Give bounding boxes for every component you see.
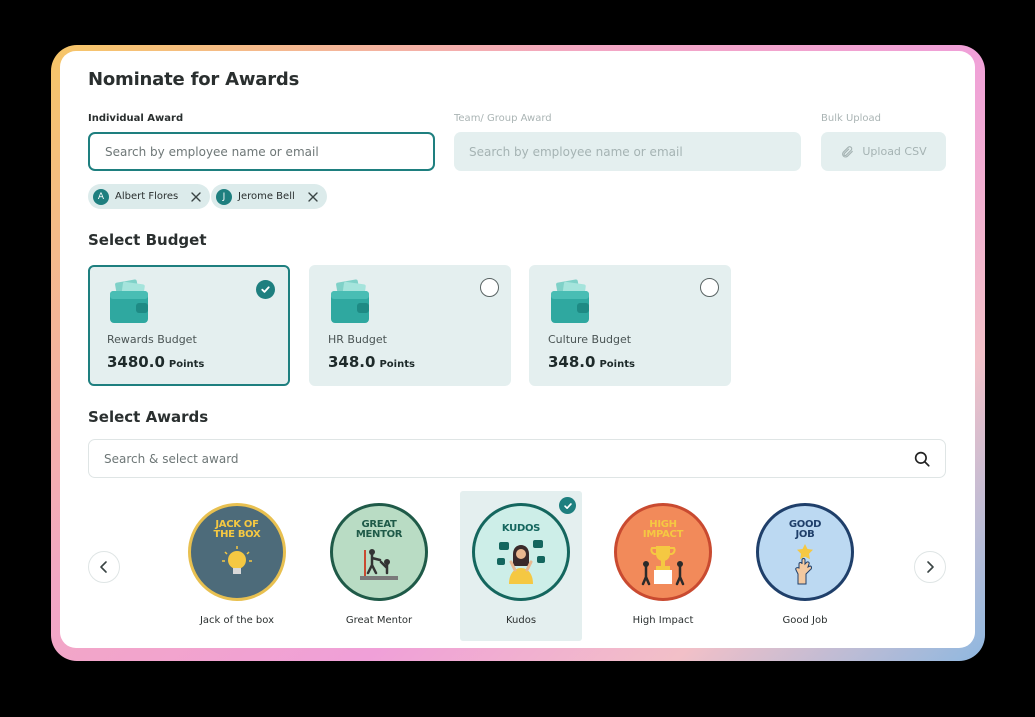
award-name: High Impact [632, 615, 694, 626]
award-kudos[interactable]: KUDOS Kudos [460, 491, 582, 641]
carousel-prev-button[interactable] [88, 551, 120, 583]
trophy-icon [641, 546, 685, 586]
bulk-upload-label: Bulk Upload [821, 113, 881, 124]
nominee-chip: J Jerome Bell [211, 184, 327, 209]
award-search-input[interactable]: Search & select award [88, 439, 946, 478]
select-awards-heading: Select Awards [88, 408, 209, 426]
lightbulb-icon [222, 546, 252, 574]
award-badge: KUDOS [472, 503, 570, 601]
budget-name: Rewards Budget [107, 333, 197, 346]
paperclip-icon [842, 145, 854, 157]
budget-value: 348.0 Points [548, 353, 635, 371]
award-great-mentor[interactable]: GREAT MENTOR Great Mentor [318, 491, 440, 641]
budget-radio[interactable] [700, 278, 719, 297]
award-search-placeholder: Search & select award [104, 451, 239, 466]
selected-check-icon [256, 280, 275, 299]
award-jack-of-the-box[interactable]: JACK OF THE BOX Jack of the box [176, 491, 298, 641]
budget-card-hr[interactable]: HR Budget 348.0 Points [309, 265, 511, 386]
award-badge: HIGH IMPACT [614, 503, 712, 601]
award-good-job[interactable]: GOOD JOB Good Job [744, 491, 866, 641]
remove-icon[interactable] [190, 191, 202, 203]
wallet-icon [331, 279, 369, 323]
individual-search-input[interactable]: Search by employee name or email [88, 132, 435, 171]
budget-value: 3480.0 Points [107, 353, 205, 371]
hand-star-icon [795, 544, 813, 585]
carousel-next-button[interactable] [914, 551, 946, 583]
select-budget-heading: Select Budget [88, 231, 207, 249]
budget-radio[interactable] [480, 278, 499, 297]
team-search-placeholder: Search by employee name or email [469, 144, 683, 159]
award-name: Kudos [505, 615, 537, 626]
budget-name: HR Budget [328, 333, 387, 346]
individual-award-label: Individual Award [88, 113, 184, 124]
wallet-icon [551, 279, 589, 323]
budget-value: 348.0 Points [328, 353, 415, 371]
cheering-person-icon [497, 540, 545, 584]
award-badge: GREAT MENTOR [330, 503, 428, 601]
chevron-left-icon [100, 561, 107, 573]
team-search-input: Search by employee name or email [454, 132, 801, 171]
selected-check-icon [559, 497, 576, 514]
individual-search-placeholder: Search by employee name or email [105, 144, 319, 159]
remove-icon[interactable] [307, 191, 319, 203]
nominate-card: Nominate for Awards Individual Award Tea… [60, 51, 975, 648]
avatar: J [216, 188, 232, 205]
chevron-right-icon [927, 561, 934, 573]
upload-csv-button: Upload CSV [821, 132, 946, 171]
page-title: Nominate for Awards [88, 69, 300, 90]
avatar: A [93, 188, 109, 205]
award-badge: GOOD JOB [756, 503, 854, 601]
nominee-name: Jerome Bell [238, 191, 295, 202]
award-name: Great Mentor [345, 615, 413, 626]
search-icon[interactable] [913, 450, 931, 468]
award-name: Good Job [782, 615, 828, 626]
mentor-icon [360, 549, 398, 580]
upload-csv-label: Upload CSV [862, 145, 927, 158]
team-award-label: Team/ Group Award [454, 113, 552, 124]
wallet-icon [110, 279, 148, 323]
award-badge: JACK OF THE BOX [188, 503, 286, 601]
nominee-chip: A Albert Flores [88, 184, 211, 209]
nominee-name: Albert Flores [115, 191, 179, 202]
budget-name: Culture Budget [548, 333, 632, 346]
award-high-impact[interactable]: HIGH IMPACT High Impact [602, 491, 724, 641]
award-name: Jack of the box [199, 615, 275, 626]
budget-card-culture[interactable]: Culture Budget 348.0 Points [529, 265, 731, 386]
budget-card-rewards[interactable]: Rewards Budget 3480.0 Points [88, 265, 290, 386]
